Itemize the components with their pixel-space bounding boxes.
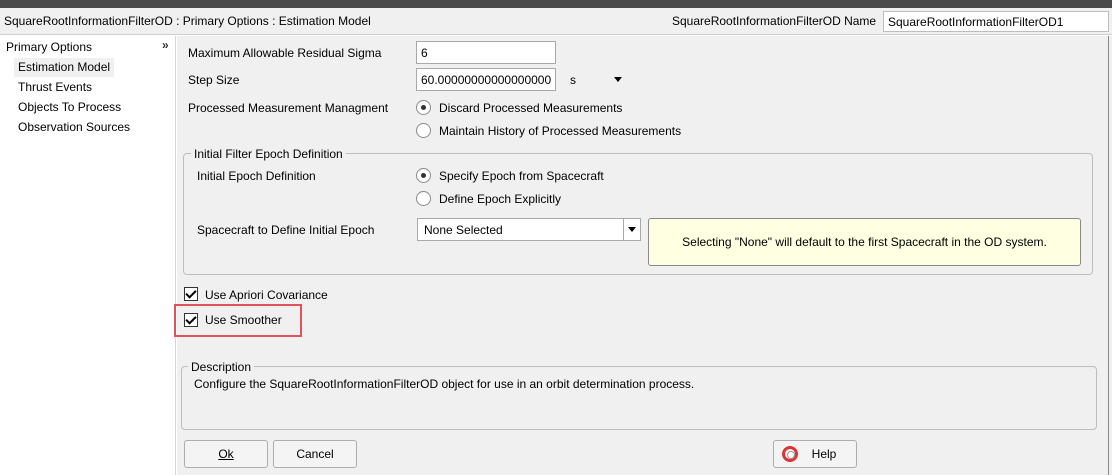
define-epoch-explicit-radio[interactable] [416,191,431,206]
spacecraft-epoch-label: Spacecraft to Define Initial Epoch [197,223,375,237]
apriori-covariance-label: Use Apriori Covariance [205,288,328,302]
discard-processed-label: Discard Processed Measurements [439,101,623,115]
sidebar-item-thrust-events[interactable]: Thrust Events [14,78,96,97]
chevron-down-icon [628,227,636,232]
window-right-edge [1108,36,1112,475]
cancel-button[interactable]: Cancel [273,440,357,468]
step-size-input[interactable] [416,68,556,91]
description-legend: Description [188,360,255,374]
spacecraft-epoch-select[interactable]: None Selected [417,218,641,241]
max-residual-input[interactable] [416,41,556,64]
description-text: Configure the SquareRootInformationFilte… [194,377,695,391]
use-smoother-label: Use Smoother [205,313,282,327]
ok-button[interactable]: Ok [184,440,268,468]
header-bar: SquareRootInformationFilterOD : Primary … [0,8,1112,35]
object-name-input[interactable] [883,11,1109,32]
sidebar-heading: Primary Options [6,40,93,54]
specify-epoch-spacecraft-label: Specify Epoch from Spacecraft [439,169,604,183]
apriori-covariance-checkbox[interactable] [184,287,198,301]
info-note-text: Selecting "None" will default to the fir… [682,235,1047,249]
sidebar: Primary Options » Estimation Model Thrus… [0,36,176,475]
maintain-history-radio[interactable] [416,123,431,138]
breadcrumb-title: SquareRootInformationFilterOD : Primary … [4,14,371,28]
sidebar-item-objects-to-process[interactable]: Objects To Process [14,98,125,117]
cancel-button-label: Cancel [296,447,334,461]
ok-button-label: Ok [218,447,234,461]
description-group: Configure the SquareRootInformationFilte… [181,366,1097,430]
initial-epoch-definition-label: Initial Epoch Definition [197,169,316,183]
sidebar-item-estimation-model[interactable]: Estimation Model [14,58,115,77]
main-panel: Maximum Allowable Residual Sigma Step Si… [174,36,1108,475]
window-top-strip [0,0,1112,8]
sidebar-item-observation-sources[interactable]: Observation Sources [14,118,134,137]
initial-epoch-group-legend: Initial Filter Epoch Definition [191,147,346,161]
help-button[interactable]: Help [773,440,857,468]
discard-processed-radio[interactable] [416,100,431,115]
step-unit-label: s [570,73,576,87]
info-note: Selecting "None" will default to the fir… [648,218,1081,266]
object-name-label: SquareRootInformationFilterOD Name [672,14,877,28]
maintain-history-label: Maintain History of Processed Measuremen… [439,124,682,138]
step-unit-dropdown-icon[interactable] [614,77,622,82]
lifebuoy-icon [782,446,798,462]
spacecraft-epoch-value: None Selected [424,223,503,237]
max-residual-label: Maximum Allowable Residual Sigma [188,46,382,60]
use-smoother-checkbox[interactable] [184,313,198,327]
define-epoch-explicit-label: Define Epoch Explicitly [439,192,562,206]
specify-epoch-spacecraft-radio[interactable] [416,168,431,183]
spacecraft-epoch-dropdown-button[interactable] [623,219,640,240]
processed-measurement-label: Processed Measurement Managment [188,101,389,115]
collapse-chevron-icon[interactable]: » [162,38,169,52]
step-size-label: Step Size [188,73,240,87]
help-button-label: Help [811,447,837,461]
